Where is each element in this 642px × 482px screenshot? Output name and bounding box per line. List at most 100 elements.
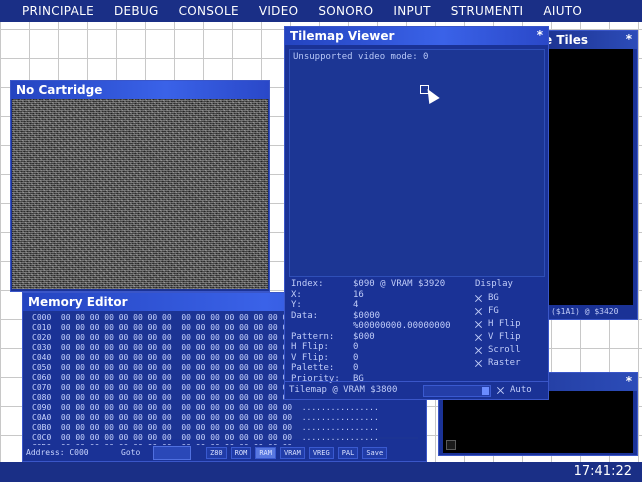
memory-row-address: C000	[32, 313, 61, 322]
memory-row-ascii: ................	[301, 403, 379, 412]
unsupported-mode-message: Unsupported video mode: 0	[293, 52, 429, 62]
memory-row-address: C070	[32, 383, 61, 392]
memory-row-address: C0C0	[32, 433, 61, 442]
window-menu-icon[interactable]: *	[537, 28, 543, 42]
checkbox-x-icon	[475, 360, 482, 367]
memory-row-address: C010	[32, 323, 61, 332]
info-label: V Flip:	[291, 352, 329, 363]
tab-vreg[interactable]: VREG	[308, 447, 334, 459]
info-value: 0	[353, 363, 359, 373]
memory-row-bytes[interactable]: 00 00 00 00 00 00 00 00 00 00 00 00 00 0…	[61, 433, 302, 442]
menu-input[interactable]: INPUT	[393, 4, 430, 18]
goto-input[interactable]	[153, 446, 191, 460]
memory-row-bytes[interactable]: 00 00 00 00 00 00 00 00 00 00 00 00 00 0…	[61, 393, 302, 402]
tiles-canvas[interactable]	[547, 49, 633, 305]
checkbox-label: H Flip	[488, 319, 521, 329]
memory-row-address: C020	[32, 333, 61, 342]
info-value: %00000000.00000000	[353, 321, 451, 331]
memory-row-bytes[interactable]: 00 00 00 00 00 00 00 00 00 00 00 00 00 0…	[61, 403, 302, 412]
memory-row[interactable]: C0A0 00 00 00 00 00 00 00 00 00 00 00 00…	[32, 413, 379, 423]
tab-vram[interactable]: VRAM	[279, 447, 305, 459]
game-window-title-bar[interactable]: No Cartridge	[11, 81, 269, 99]
tilemap-address-label: Tilemap @ VRAM $3800	[289, 385, 398, 395]
small-window-canvas	[443, 391, 633, 453]
memory-row-bytes[interactable]: 00 00 00 00 00 00 00 00 00 00 00 00 00 0…	[61, 363, 302, 372]
info-label: Palette:	[291, 363, 335, 373]
checkbox-label: Scroll	[488, 345, 521, 355]
checkbox-x-icon	[497, 387, 504, 394]
memory-row-address: C060	[32, 373, 61, 382]
address-label: Address: C000	[26, 448, 89, 457]
memory-row-bytes[interactable]: 00 00 00 00 00 00 00 00 00 00 00 00 00 0…	[61, 323, 302, 332]
tilemap-status-bar: Tilemap @ VRAM $3800 Auto	[285, 381, 548, 399]
memory-row-address: C0A0	[32, 413, 61, 422]
memory-row-bytes[interactable]: 00 00 00 00 00 00 00 00 00 00 00 00 00 0…	[61, 383, 302, 392]
checkbox-x-icon	[475, 308, 482, 315]
game-window[interactable]: No Cartridge	[10, 80, 270, 292]
tab-z80[interactable]: Z80	[206, 447, 227, 459]
save-button[interactable]: Save	[362, 447, 388, 459]
memory-row[interactable]: C0B0 00 00 00 00 00 00 00 00 00 00 00 00…	[32, 423, 379, 433]
checkbox-label: BG	[488, 293, 499, 303]
menu-video[interactable]: VIDEO	[259, 4, 299, 18]
memory-row-address: C090	[32, 403, 61, 412]
tilemap-address-slider[interactable]	[423, 385, 491, 397]
checkbox-x-icon	[475, 295, 482, 302]
tiles-window[interactable]: e Tiles * ($1A1) @ $3420	[538, 30, 638, 320]
tab-pal[interactable]: PAL	[337, 447, 359, 459]
memory-row-bytes[interactable]: 00 00 00 00 00 00 00 00 00 00 00 00 00 0…	[61, 333, 302, 342]
display-raster-checkbox[interactable]: Raster	[475, 358, 521, 368]
memory-row-ascii: ................	[301, 413, 379, 422]
memory-editor-title: Memory Editor	[28, 295, 128, 309]
info-value: 0	[353, 352, 359, 363]
window-menu-icon[interactable]: *	[626, 32, 632, 46]
display-label: Display	[475, 279, 513, 289]
display-scroll-checkbox[interactable]: Scroll	[475, 345, 521, 355]
menu-principale[interactable]: PRINCIPALE	[22, 4, 94, 18]
window-menu-icon[interactable]: *	[626, 374, 632, 388]
memory-row[interactable]: C090 00 00 00 00 00 00 00 00 00 00 00 00…	[32, 403, 379, 413]
memory-row-address: C030	[32, 343, 61, 352]
tilemap-title: Tilemap Viewer	[290, 29, 395, 43]
display-vflip-checkbox[interactable]: V Flip	[475, 332, 521, 342]
info-value: 0	[353, 342, 359, 352]
memory-row-bytes[interactable]: 00 00 00 00 00 00 00 00 00 00 00 00 00 0…	[61, 353, 302, 362]
scroll-handle[interactable]	[446, 440, 456, 450]
menu-debug[interactable]: DEBUG	[114, 4, 159, 18]
tiles-window-title-bar[interactable]: e Tiles *	[539, 31, 637, 49]
info-label: Y:	[291, 300, 302, 310]
memory-row-address: C080	[32, 393, 61, 402]
slider-knob[interactable]	[482, 387, 489, 395]
clock: 17:41:22	[573, 464, 632, 479]
memory-row-bytes[interactable]: 00 00 00 00 00 00 00 00 00 00 00 00 00 0…	[61, 423, 302, 432]
display-hflip-checkbox[interactable]: H Flip	[475, 319, 521, 329]
checkbox-label: V Flip	[488, 332, 521, 342]
menu-console[interactable]: CONSOLE	[179, 4, 239, 18]
auto-label: Auto	[510, 385, 532, 395]
info-value: $090 @ VRAM $3920	[353, 279, 446, 289]
info-label: Data:	[291, 310, 319, 321]
memory-row-ascii: ................	[301, 433, 379, 442]
tab-ram[interactable]: RAM	[255, 447, 276, 459]
menu-sonoro[interactable]: SONORO	[318, 4, 373, 18]
memory-row[interactable]: C0C0 00 00 00 00 00 00 00 00 00 00 00 00…	[32, 433, 379, 443]
info-value: 4	[353, 300, 359, 310]
tile-info-panel: Index: $090 @ VRAM $3920 X: 16 Y: 4 Data: $0…	[291, 279, 451, 384]
memory-row-bytes[interactable]: 00 00 00 00 00 00 00 00 00 00 00 00 00 0…	[61, 413, 302, 422]
tilemap-canvas[interactable]: Unsupported video mode: 0	[289, 49, 545, 277]
memory-row-bytes[interactable]: 00 00 00 00 00 00 00 00 00 00 00 00 00 0…	[61, 373, 302, 382]
tiles-window-title: e Tiles	[544, 33, 589, 47]
display-fg-checkbox[interactable]: FG	[475, 306, 499, 316]
menu-aiuto[interactable]: AIUTO	[543, 4, 582, 18]
main-menu-bar: PRINCIPALE DEBUG CONSOLE VIDEO SONORO IN…	[0, 0, 642, 22]
auto-checkbox[interactable]: Auto	[497, 385, 532, 395]
tab-rom[interactable]: ROM	[230, 447, 252, 459]
tilemap-title-bar[interactable]: Tilemap Viewer *	[285, 27, 548, 45]
checkbox-label: Raster	[488, 358, 521, 368]
memory-row-bytes[interactable]: 00 00 00 00 00 00 00 00 00 00 00 00 00 0…	[61, 343, 302, 352]
menu-strumenti[interactable]: STRUMENTI	[451, 4, 524, 18]
display-bg-checkbox[interactable]: BG	[475, 293, 499, 303]
info-value: 16	[353, 289, 364, 300]
memory-row-bytes[interactable]: 00 00 00 00 00 00 00 00 00 00 00 00 00 0…	[61, 313, 302, 322]
tilemap-viewer-window[interactable]: Tilemap Viewer * Unsupported video mode:…	[284, 26, 549, 400]
